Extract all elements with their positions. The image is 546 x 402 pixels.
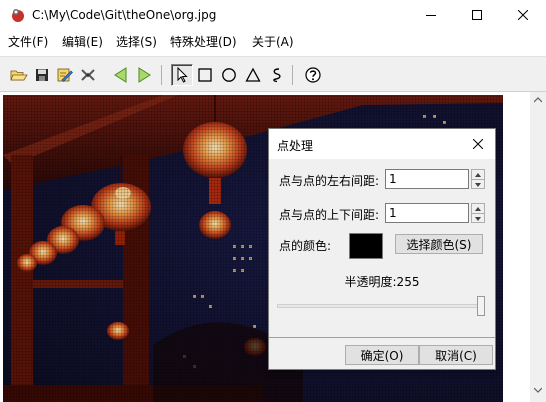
back-button[interactable] bbox=[110, 64, 132, 86]
shuffle-icon bbox=[81, 69, 95, 81]
lasso-icon bbox=[273, 68, 281, 83]
maximize-button[interactable] bbox=[454, 0, 500, 30]
shuffle-button[interactable] bbox=[77, 64, 99, 86]
arrow-right-icon bbox=[138, 67, 151, 83]
dialog-title: 点处理 bbox=[277, 139, 314, 153]
help-button[interactable] bbox=[302, 64, 324, 86]
menu-about[interactable]: 关于(A) bbox=[252, 33, 294, 50]
minimize-icon bbox=[426, 15, 436, 16]
arrow-left-icon bbox=[114, 67, 127, 83]
select-tool-button[interactable] bbox=[171, 64, 193, 86]
menu-special[interactable]: 特殊处理(D) bbox=[170, 33, 237, 50]
spin-up-icon[interactable] bbox=[472, 170, 484, 179]
h-spacing-input[interactable] bbox=[385, 169, 469, 189]
opacity-slider-track[interactable] bbox=[277, 304, 485, 308]
menu-select[interactable]: 选择(S) bbox=[116, 33, 157, 50]
opacity-label: 半透明度:255 bbox=[344, 275, 420, 289]
toolbar-separator bbox=[161, 65, 162, 85]
spin-up-icon[interactable] bbox=[472, 204, 484, 213]
point-processing-dialog: 点处理 点与点的左右间距: 点与点的上下间距: 点的颜色: 选择颜色(S) 半透… bbox=[268, 128, 496, 370]
save-button[interactable] bbox=[31, 64, 53, 86]
spin-down-icon[interactable] bbox=[472, 179, 484, 189]
lasso-tool-button[interactable] bbox=[266, 64, 288, 86]
toolbar bbox=[0, 56, 546, 92]
open-folder-icon bbox=[10, 70, 28, 81]
help-icon bbox=[305, 67, 321, 83]
edit-image-icon bbox=[57, 68, 73, 82]
forward-button[interactable] bbox=[133, 64, 155, 86]
dialog-close-button[interactable] bbox=[461, 129, 495, 159]
ok-button[interactable]: 确定(O) bbox=[345, 345, 419, 365]
opacity-slider-thumb[interactable] bbox=[477, 296, 485, 316]
color-swatch bbox=[349, 233, 383, 259]
open-button[interactable] bbox=[8, 64, 30, 86]
ellipse-icon bbox=[222, 68, 236, 82]
h-spacing-label: 点与点的左右间距: bbox=[279, 174, 380, 188]
select-pointer-icon bbox=[177, 67, 188, 83]
toolbar-separator bbox=[292, 65, 293, 85]
title-bar: C:\My\Code\Git\theOne\org.jpg bbox=[0, 0, 546, 30]
h-spacing-spinner[interactable] bbox=[471, 169, 485, 189]
choose-color-button[interactable]: 选择颜色(S) bbox=[395, 234, 483, 254]
close-icon bbox=[473, 139, 483, 149]
scroll-up-button[interactable] bbox=[530, 92, 546, 108]
chevron-up-icon bbox=[534, 97, 542, 103]
menu-bar: 文件(F) 编辑(E) 选择(S) 特殊处理(D) 关于(A) bbox=[0, 30, 546, 52]
triangle-icon bbox=[245, 67, 261, 82]
menu-file[interactable]: 文件(F) bbox=[8, 33, 48, 50]
color-label: 点的颜色: bbox=[279, 239, 332, 253]
menu-edit[interactable]: 编辑(E) bbox=[62, 33, 103, 50]
v-spacing-spinner[interactable] bbox=[471, 203, 485, 223]
dialog-title-bar: 点处理 bbox=[269, 129, 495, 159]
v-spacing-input[interactable] bbox=[385, 203, 469, 223]
v-spacing-label: 点与点的上下间距: bbox=[279, 208, 380, 222]
cancel-button[interactable]: 取消(C) bbox=[419, 345, 493, 365]
minimize-button[interactable] bbox=[408, 0, 454, 30]
dialog-separator bbox=[269, 337, 495, 338]
ellipse-tool-button[interactable] bbox=[218, 64, 240, 86]
edit-image-button[interactable] bbox=[54, 64, 76, 86]
window-title: C:\My\Code\Git\theOne\org.jpg bbox=[32, 8, 217, 22]
vertical-scrollbar[interactable] bbox=[530, 92, 546, 402]
save-icon bbox=[36, 69, 48, 81]
close-icon bbox=[518, 10, 528, 20]
maximize-icon bbox=[472, 10, 482, 20]
rectangle-tool-button[interactable] bbox=[194, 64, 216, 86]
triangle-tool-button[interactable] bbox=[242, 64, 264, 86]
rectangle-icon bbox=[198, 68, 212, 82]
close-button[interactable] bbox=[500, 0, 546, 30]
chevron-down-icon bbox=[534, 387, 542, 393]
scroll-down-button[interactable] bbox=[530, 382, 546, 398]
spin-down-icon[interactable] bbox=[472, 213, 484, 223]
app-icon bbox=[12, 9, 24, 22]
